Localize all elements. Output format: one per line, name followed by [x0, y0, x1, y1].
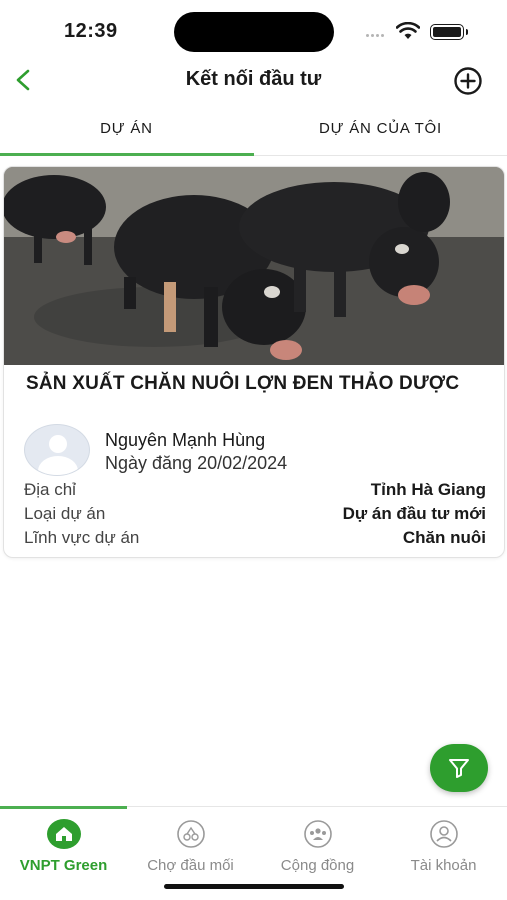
nav-item-vnpt-green[interactable]: VNPT Green: [0, 819, 127, 874]
tab-my-projects[interactable]: DỰ ÁN CỦA TÔI: [254, 104, 507, 156]
project-title: SẢN XUẤT CHĂN NUÔI LỢN ĐEN THẢO DƯỢC: [26, 373, 460, 394]
nav-active-indicator: [0, 806, 127, 809]
detail-row-address: Địa chỉ Tỉnh Hà Giang: [24, 480, 486, 504]
community-icon: [301, 819, 335, 849]
author-avatar: [24, 424, 90, 476]
nav-label: Tài khoản: [410, 857, 477, 874]
post-date-label: Ngày đăng: [105, 453, 193, 473]
author-name: Nguyên Mạnh Hùng: [105, 430, 266, 450]
project-image: [4, 167, 504, 365]
status-time: 12:39: [64, 20, 118, 42]
project-card[interactable]: SẢN XUẤT CHĂN NUÔI LỢN ĐEN THẢO DƯỢC Ngu…: [3, 166, 505, 558]
filter-icon: [449, 759, 469, 778]
nav-label: Cộng đồng: [280, 857, 355, 874]
detail-row-field: Lĩnh vực dự án Chăn nuôi: [24, 528, 486, 552]
tab-projects[interactable]: DỰ ÁN: [0, 104, 253, 156]
add-circle-icon[interactable]: [453, 66, 483, 96]
home-icon: [46, 819, 81, 849]
nav-label: Chợ đầu mối: [147, 857, 234, 874]
status-bar: 12:39: [0, 0, 507, 58]
post-date-value: 20/02/2024: [197, 453, 288, 473]
nav-item-market[interactable]: Chợ đầu mối: [127, 819, 254, 874]
app-header: Kết nối đầu tư: [0, 58, 507, 102]
tab-active-indicator: [0, 153, 254, 156]
detail-value: Tỉnh Hà Giang: [370, 480, 486, 499]
nav-item-account[interactable]: Tài khoản: [380, 819, 507, 874]
detail-value: Dự án đầu tư mới: [342, 504, 486, 523]
page-title: Kết nối đầu tư: [185, 68, 322, 90]
dynamic-island: [174, 12, 334, 52]
market-icon: [174, 819, 208, 849]
filter-button[interactable]: [430, 744, 488, 792]
tab-bar: DỰ ÁN DỰ ÁN CỦA TÔI: [0, 104, 507, 156]
battery-icon: [430, 24, 468, 40]
detail-label: Loại dự án: [24, 504, 106, 523]
detail-label: Địa chỉ: [24, 480, 76, 499]
nav-item-community[interactable]: Cộng đồng: [254, 819, 381, 874]
home-indicator[interactable]: [164, 884, 344, 889]
detail-row-project-type: Loại dự án Dự án đầu tư mới: [24, 504, 486, 528]
account-icon: [427, 819, 461, 849]
wifi-icon: [396, 22, 420, 39]
signal-dots-icon: [366, 34, 386, 38]
post-date: Ngày đăng 20/02/2024: [105, 453, 287, 474]
detail-value: Chăn nuôi: [402, 528, 486, 547]
nav-label: VNPT Green: [19, 857, 108, 874]
detail-label: Lĩnh vực dự án: [24, 528, 140, 547]
